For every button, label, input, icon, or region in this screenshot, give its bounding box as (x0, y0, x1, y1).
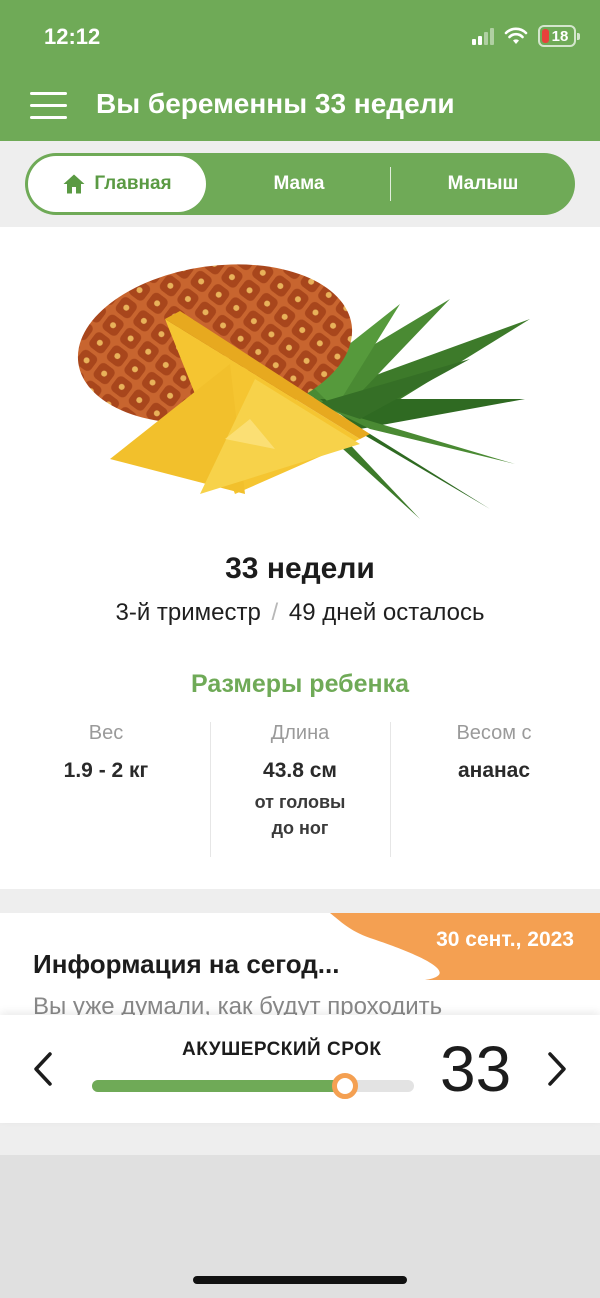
stat-weight-value: 1.9 - 2 кг (63, 759, 149, 782)
tab-baby-label: Малыш (447, 173, 519, 194)
wifi-icon (504, 27, 528, 44)
stat-compare: Весом с ананас (404, 722, 584, 783)
week-card: 33 недели 3-й триместр / 49 дней осталос… (0, 227, 600, 889)
stat-length-value: 43.8 см (263, 759, 337, 782)
tab-baby[interactable]: Малыш (391, 153, 575, 215)
chevron-right-icon[interactable] (546, 1051, 568, 1087)
term-slider[interactable] (92, 1073, 414, 1099)
week-title: 33 недели (225, 552, 375, 585)
status-icons: 18 (472, 24, 580, 48)
stat-divider (390, 722, 391, 857)
info-date: 30 сент., 2023 (436, 928, 574, 951)
stat-compare-label: Весом с (456, 722, 532, 744)
signal-icon (472, 27, 494, 45)
term-slider-thumb[interactable] (332, 1073, 358, 1099)
term-label: АКУШЕРСКИЙ СРОК (182, 1039, 382, 1060)
battery-level: 18 (551, 27, 569, 45)
tab-mama[interactable]: Мама (207, 153, 391, 215)
status-time: 12:12 (44, 24, 101, 49)
stat-length-label: Длина (270, 722, 330, 744)
term-value: 33 (440, 1033, 512, 1105)
tab-bar: Главная Мама Малыш (0, 141, 600, 227)
stat-weight-label: Вес (88, 722, 124, 744)
separator: / (271, 599, 279, 626)
stat-length-note: от головы до ног (210, 789, 390, 841)
stat-weight: Вес 1.9 - 2 кг (16, 722, 196, 783)
stat-compare-value: ананас (457, 759, 531, 782)
home-icon (63, 174, 85, 194)
chevron-left-icon[interactable] (32, 1051, 54, 1087)
pineapple-image (77, 264, 530, 519)
menu-icon[interactable] (30, 92, 67, 120)
segmented-control: Главная Мама Малыш (25, 153, 575, 215)
term-slider-fill (92, 1080, 345, 1092)
battery-icon: 18 (538, 25, 580, 47)
baby-sizes-heading: Размеры ребенка (190, 670, 410, 698)
stat-length: Длина 43.8 см от головы до ног (210, 722, 390, 841)
tab-home[interactable]: Главная (28, 156, 206, 212)
trimester-text: 3-й триместр (115, 599, 261, 626)
app-header: 12:12 18 Вы беременны 33 недели (0, 0, 600, 141)
stat-length-note-line2: до ног (271, 818, 329, 838)
info-card[interactable]: 30 сент., 2023 Информация на сегод... Вы… (0, 913, 600, 1023)
page-title: Вы беременны 33 недели (96, 88, 455, 119)
tab-home-label: Главная (94, 173, 172, 194)
term-slider-panel: АКУШЕРСКИЙ СРОК 33 (0, 1015, 600, 1123)
tab-mama-label: Мама (273, 173, 325, 194)
home-indicator (193, 1276, 407, 1284)
days-left-text: 49 дней осталось (288, 599, 485, 626)
stat-length-note-line1: от головы (254, 792, 346, 812)
week-subtitle: 3-й триместр / 49 дней осталось (0, 599, 600, 627)
info-title: Информация на сегод... (33, 949, 340, 979)
